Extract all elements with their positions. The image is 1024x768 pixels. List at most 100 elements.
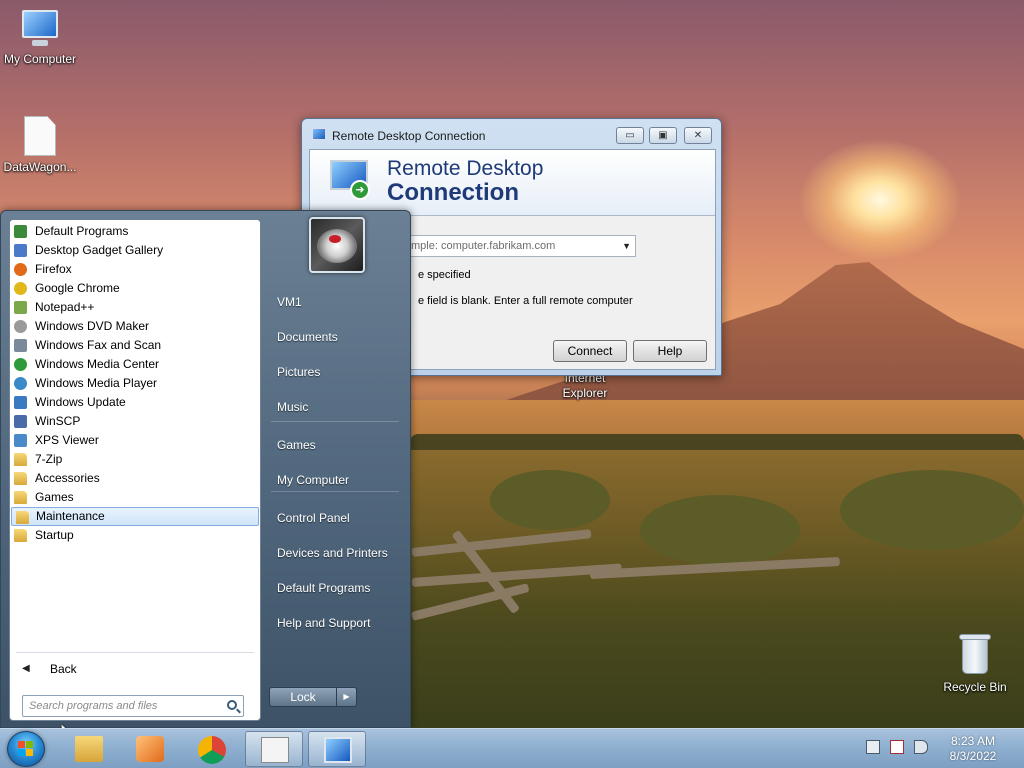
info-text: e specified	[418, 269, 471, 281]
program-item[interactable]: Accessories	[10, 469, 260, 488]
folder-icon	[14, 453, 27, 466]
wallpaper-bush	[840, 470, 1024, 550]
search-icon[interactable]	[227, 700, 237, 710]
minimize-button[interactable]: ▭	[616, 127, 644, 144]
program-item-label: Desktop Gadget Gallery	[35, 243, 164, 257]
recycle-bin-icon	[958, 632, 992, 676]
clock-date: 8/3/2022	[949, 749, 997, 763]
lock-button[interactable]: Lock	[269, 687, 337, 707]
help-button[interactable]: Help	[633, 340, 707, 362]
program-item-label: Notepad++	[35, 300, 95, 314]
clock-time: 8:23 AM	[950, 734, 996, 748]
places-item[interactable]: Default Programs	[269, 574, 403, 602]
user-avatar[interactable]	[309, 217, 365, 273]
banner-title-line1: Remote Desktop	[387, 157, 544, 180]
program-item[interactable]: 7-Zip	[10, 450, 260, 469]
program-item[interactable]: Desktop Gadget Gallery	[10, 241, 260, 260]
places-item[interactable]: My Computer	[269, 466, 403, 494]
banner-title-line2: Connection	[387, 179, 519, 206]
program-item-label: Games	[35, 490, 74, 504]
program-item[interactable]: WinSCP	[10, 412, 260, 431]
dvd-maker-icon	[14, 320, 27, 333]
remote-desktop-icon	[312, 128, 326, 140]
folder-icon	[14, 529, 27, 542]
program-item[interactable]: Windows Fax and Scan	[10, 336, 260, 355]
program-item[interactable]: Google Chrome	[10, 279, 260, 298]
info-text: e field is blank. Enter a full remote co…	[418, 295, 633, 307]
taskbar-remote-desktop[interactable]	[308, 731, 366, 767]
connect-button[interactable]: Connect	[553, 340, 627, 362]
taskbar-media-player[interactable]	[121, 731, 179, 767]
windows-update-icon	[14, 396, 27, 409]
desktop-icon-my-computer[interactable]: My Computer	[0, 10, 80, 66]
taskbar-file-shortcut[interactable]	[245, 731, 303, 767]
divider	[16, 652, 254, 653]
search-placeholder: Search programs and files	[29, 700, 158, 712]
program-item[interactable]: Windows Media Player	[10, 374, 260, 393]
taskbar-clock[interactable]: 8:23 AM 8/3/2022	[940, 734, 1006, 764]
program-item-label: Default Programs	[35, 224, 129, 238]
taskbar-explorer[interactable]	[60, 731, 118, 767]
computer-icon	[18, 10, 62, 48]
program-list: Default Programs Desktop Gadget Gallery Fi…	[10, 222, 260, 545]
action-center-icon[interactable]	[890, 740, 904, 754]
program-item[interactable]: Windows DVD Maker	[10, 317, 260, 336]
program-item-label: WinSCP	[35, 414, 81, 428]
program-item[interactable]: Default Programs	[10, 222, 260, 241]
file-shortcut-icon	[24, 116, 56, 156]
fax-scan-icon	[14, 339, 27, 352]
firefox-icon	[14, 263, 27, 276]
program-item[interactable]: Firefox	[10, 260, 260, 279]
wallpaper-bush	[490, 470, 610, 530]
maximize-button[interactable]: ▣	[649, 127, 677, 144]
network-icon[interactable]	[866, 740, 880, 754]
program-item[interactable]: Games	[10, 488, 260, 507]
places-item[interactable]: VM1	[269, 288, 403, 316]
folder-icon	[16, 511, 29, 524]
shutdown-options-arrow[interactable]: ▶	[337, 687, 357, 707]
desktop-icon-datawagon[interactable]: DataWagon...	[0, 116, 80, 174]
desktop-icon-recycle-bin[interactable]: Recycle Bin	[935, 632, 1015, 694]
program-item-label: Windows Media Player	[35, 376, 158, 390]
places-item[interactable]: Documents	[269, 323, 403, 351]
program-item[interactable]: Maintenance	[11, 507, 259, 526]
program-item[interactable]: Windows Update	[10, 393, 260, 412]
chrome-icon	[198, 736, 226, 764]
default-programs-icon	[14, 225, 27, 238]
taskbar-chrome[interactable]	[183, 731, 241, 767]
places-item[interactable]: Pictures	[269, 358, 403, 386]
back-button[interactable]: ◀ Back	[10, 658, 260, 680]
program-item-label: Windows Fax and Scan	[35, 338, 162, 352]
start-menu-places-pane: VM1 Documents Pictures Music Games My Compute…	[263, 211, 411, 729]
program-item-label: Google Chrome	[35, 281, 120, 295]
wallpaper-bush	[640, 495, 800, 565]
places-item[interactable]: Music	[269, 393, 403, 421]
window-titlebar[interactable]: Remote Desktop Connection ▭ ▣ ✕	[302, 119, 721, 149]
chevron-down-icon[interactable]: ▼	[622, 236, 631, 256]
volume-icon[interactable]	[914, 740, 928, 754]
computer-combobox-text: mple: computer.fabrikam.com	[411, 240, 556, 252]
rdp-banner: ➜ Remote Desktop Connection	[310, 150, 715, 216]
start-button[interactable]	[7, 731, 45, 767]
media-player-icon	[14, 377, 27, 390]
close-button[interactable]: ✕	[684, 127, 712, 144]
computer-combobox[interactable]: mple: computer.fabrikam.com ▼	[404, 235, 636, 257]
program-item[interactable]: Windows Media Center	[10, 355, 260, 374]
media-center-icon	[14, 358, 27, 371]
program-item-label: Startup	[35, 528, 74, 542]
program-item[interactable]: Startup	[10, 526, 260, 545]
search-input[interactable]: Search programs and files	[22, 695, 244, 717]
program-item[interactable]: Notepad++	[10, 298, 260, 317]
program-item-label: Accessories	[35, 471, 100, 485]
places-item[interactable]: Devices and Printers	[269, 539, 403, 567]
wallpaper-sun	[800, 140, 960, 260]
back-arrow-icon: ◀	[22, 663, 30, 674]
program-item-label: Windows Media Center	[35, 357, 160, 371]
start-menu-programs-pane: Default Programs Desktop Gadget Gallery Fi…	[9, 219, 261, 721]
remote-desktop-icon	[324, 737, 352, 763]
places-item[interactable]: Control Panel	[269, 504, 403, 532]
places-item[interactable]: Help and Support	[269, 609, 403, 637]
program-item-label: Firefox	[35, 262, 72, 276]
places-item[interactable]: Games	[269, 431, 403, 459]
program-item[interactable]: XPS Viewer	[10, 431, 260, 450]
